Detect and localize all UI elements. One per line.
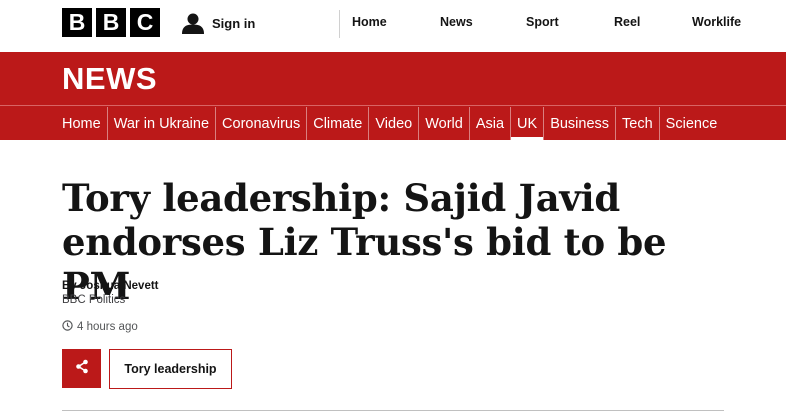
top-nav-news[interactable]: News	[440, 0, 473, 44]
clock-icon	[62, 320, 73, 334]
section-nav-video[interactable]: Video	[368, 107, 418, 140]
timestamp: 4 hours ago	[62, 320, 138, 334]
section-nav-tech[interactable]: Tech	[615, 107, 659, 140]
sign-in-link[interactable]: Sign in	[182, 10, 255, 36]
banner-separator	[0, 105, 786, 106]
top-nav-reel[interactable]: Reel	[614, 0, 640, 44]
share-button[interactable]	[62, 349, 101, 388]
section-nav-home[interactable]: Home	[62, 107, 107, 140]
user-icon	[182, 12, 204, 34]
timestamp-label: 4 hours ago	[77, 321, 138, 333]
article-headline: Tory leadership: Sajid Javid endorses Li…	[62, 176, 667, 308]
divider	[339, 10, 340, 38]
section-nav-business[interactable]: Business	[543, 107, 615, 140]
sign-in-label: Sign in	[212, 15, 256, 31]
bbc-logo-letter: B	[62, 8, 92, 37]
top-nav-worklife[interactable]: Worklife	[692, 0, 741, 44]
divider	[62, 410, 724, 411]
top-bar: B B C Sign in Home News Sport Reel Workl…	[0, 0, 786, 50]
top-nav-home[interactable]: Home	[352, 0, 387, 44]
section-nav-coronavirus[interactable]: Coronavirus	[215, 107, 306, 140]
section-nav-science[interactable]: Science	[658, 107, 724, 140]
bbc-logo-letter: B	[96, 8, 126, 37]
bbc-logo-letter: C	[130, 8, 160, 37]
news-section-title[interactable]: NEWS	[62, 56, 157, 102]
author-role: BBC Politics	[62, 294, 126, 306]
section-nav-climate[interactable]: Climate	[306, 107, 368, 140]
share-icon	[75, 359, 89, 379]
top-nav-sport[interactable]: Sport	[526, 0, 559, 44]
section-nav-asia[interactable]: Asia	[468, 107, 510, 140]
section-nav-uk[interactable]: UK	[510, 107, 544, 140]
section-nav-war-in-ukraine[interactable]: War in Ukraine	[106, 107, 215, 140]
bbc-logo[interactable]: B B C	[62, 8, 160, 37]
section-nav: Home War in Ukraine Coronavirus Climate …	[62, 107, 723, 140]
byline: By Joshua Nevett BBC Politics	[62, 279, 159, 307]
section-nav-world[interactable]: World	[418, 107, 469, 140]
author-name: By Joshua Nevett	[62, 280, 159, 292]
topic-tag[interactable]: Tory leadership	[109, 349, 232, 389]
